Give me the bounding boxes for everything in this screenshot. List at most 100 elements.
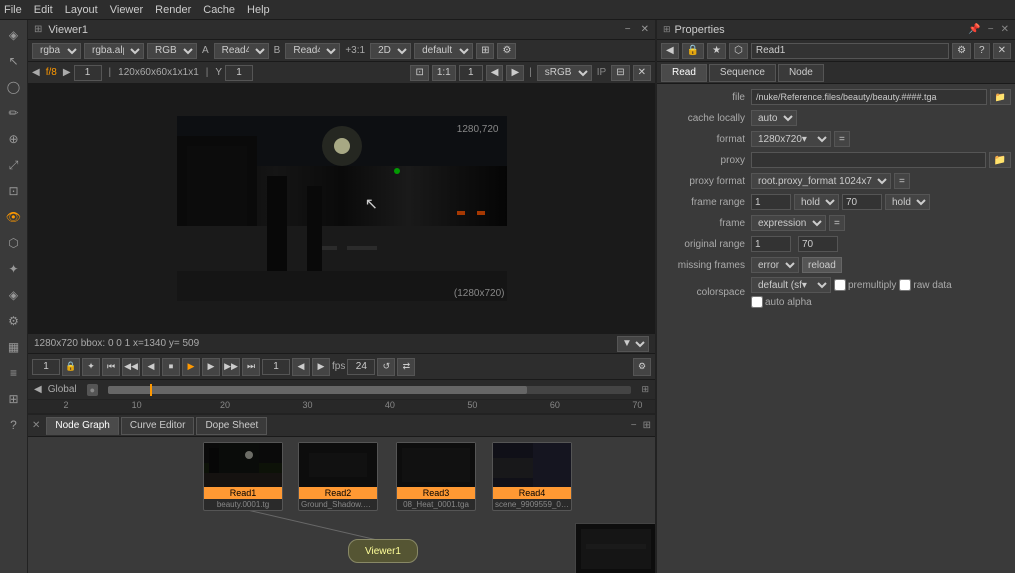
toolbar-particles[interactable]: ✦ [3, 258, 25, 280]
frame-num-input[interactable] [262, 359, 290, 375]
frame-num2[interactable] [459, 65, 483, 81]
menu-render[interactable]: Render [155, 4, 191, 16]
arrow-left-btn[interactable]: ◀ [32, 67, 40, 78]
panel-close[interactable]: ✕ [1001, 24, 1009, 35]
node-graph-canvas[interactable]: Read1 beauty.0001.tg Read2 Ground_Shadow… [28, 437, 655, 573]
node-read2[interactable]: Read2 Ground_Shadow.0001.tg [298, 442, 378, 511]
frame-expr-btn[interactable]: = [829, 215, 845, 231]
colorspace-select[interactable]: RGB [147, 43, 197, 59]
status-dropdown[interactable]: ▼ [617, 336, 649, 352]
menu-file[interactable]: File [4, 4, 22, 16]
prop-bookmark-btn[interactable]: ★ [707, 43, 726, 59]
viewer-minimize[interactable]: − [625, 24, 631, 35]
tl-expand-btn[interactable]: ⊞ [641, 384, 649, 395]
viewer-node[interactable]: Viewer1 [348, 539, 418, 563]
start-frame-input[interactable] [32, 359, 60, 375]
reload-btn[interactable]: reload [802, 257, 842, 273]
toolbar-roto[interactable]: ◯ [3, 76, 25, 98]
settings-btn[interactable]: ⚙ [497, 43, 516, 59]
prop-node-btn[interactable]: ⬡ [729, 43, 748, 59]
toolbar-crop[interactable]: ⊡ [3, 180, 25, 202]
panel-pin[interactable]: 📌 [968, 24, 980, 35]
viewer-close[interactable]: ✕ [641, 24, 649, 35]
file-input[interactable] [751, 89, 987, 105]
global-range[interactable] [108, 386, 631, 394]
toolbar-viewer[interactable]: 👁 [3, 206, 25, 228]
orig-to-input[interactable] [798, 236, 838, 252]
colorspace-dropdown[interactable]: default (sf▾ [751, 277, 831, 293]
loop-btn[interactable]: ↺ [377, 358, 395, 376]
prop-close2-btn[interactable]: ✕ [993, 43, 1011, 59]
toolbar-misc[interactable]: ≡ [3, 362, 25, 384]
toolbar-output[interactable]: ▦ [3, 336, 25, 358]
arrow-right-btn[interactable]: ▶ [63, 67, 71, 78]
frame-input-top[interactable] [74, 65, 102, 81]
zoom-100-btn[interactable]: 1:1 [432, 65, 456, 81]
tab-dope-sheet[interactable]: Dope Sheet [196, 417, 267, 435]
proxy-browse-btn[interactable]: 📁 [989, 152, 1011, 168]
y-input[interactable] [225, 65, 253, 81]
node-read1[interactable]: Read1 beauty.0001.tg [203, 442, 283, 511]
skip-end-btn[interactable]: ⏭ [242, 358, 260, 376]
hold2-dropdown[interactable]: hold [885, 194, 930, 210]
grid-btn[interactable]: ⊞ [476, 43, 494, 59]
tab-node-graph[interactable]: Node Graph [46, 417, 118, 435]
next-frame-btn[interactable]: ▶ [202, 358, 220, 376]
prev-frame-btn[interactable]: ◀ [142, 358, 160, 376]
toolbar-help2[interactable]: ? [3, 414, 25, 436]
panel-min[interactable]: − [988, 24, 994, 35]
frame-from-input[interactable] [751, 194, 791, 210]
toolbar-paint[interactable]: ✏ [3, 102, 25, 124]
ng-minimize[interactable]: − [631, 420, 637, 431]
missing-dropdown[interactable]: error [751, 257, 799, 273]
menu-viewer[interactable]: Viewer [110, 4, 143, 16]
read-b-select[interactable]: Read4 [285, 43, 340, 59]
srgb-select[interactable]: sRGB [537, 65, 592, 81]
toolbar-node[interactable]: ⬡ [3, 232, 25, 254]
next-key-btn[interactable]: ▶▶ [222, 358, 240, 376]
channel-alpha-select[interactable]: rgba.alph▾ [84, 43, 144, 59]
node-read3[interactable]: Read3 08_Heat_0001.tga [396, 442, 476, 511]
tab-sequence[interactable]: Sequence [709, 64, 776, 82]
hold1-dropdown[interactable]: hold [794, 194, 839, 210]
toolbar-settings[interactable]: ⚙ [3, 310, 25, 332]
prev-key-btn[interactable]: ◀◀ [122, 358, 140, 376]
zoom-fit-btn[interactable]: ⊡ [410, 65, 428, 81]
toolbar-file[interactable]: ⊞ [3, 388, 25, 410]
node-read4[interactable]: Read4 scene_9909559_00501.png [492, 442, 572, 511]
dimension-select[interactable]: 2D [370, 43, 411, 59]
proxy-input[interactable] [751, 152, 986, 168]
premultiply-check[interactable] [834, 279, 846, 291]
default-select[interactable]: default [414, 43, 473, 59]
proxy-format-dropdown[interactable]: root.proxy_format 1024x776▾ [751, 173, 891, 189]
orig-from-input[interactable] [751, 236, 791, 252]
tl-settings-btn[interactable]: ⚙ [633, 358, 651, 376]
rawdata-check[interactable] [899, 279, 911, 291]
tab-read[interactable]: Read [661, 64, 707, 82]
stop-btn[interactable]: ⏹ [162, 358, 180, 376]
mask-btn[interactable]: ⊟ [611, 65, 629, 81]
toolbar-select[interactable]: ◈ [3, 24, 25, 46]
menu-edit[interactable]: Edit [34, 4, 53, 16]
snap-btn[interactable]: ✦ [82, 358, 100, 376]
prop-lock-btn[interactable]: 🔒 [682, 43, 704, 59]
ng-close[interactable]: ✕ [32, 420, 40, 431]
file-browse-btn[interactable]: 📁 [990, 89, 1011, 105]
menu-layout[interactable]: Layout [65, 4, 98, 16]
viewer-canvas[interactable]: 1280,720 ↖ (1280x720) [28, 84, 655, 333]
read-a-select[interactable]: Read4 [214, 43, 269, 59]
frame-dropdown[interactable]: expression [751, 215, 826, 231]
toolbar-clone[interactable]: ⊕ [3, 128, 25, 150]
next-btn2[interactable]: ▶ [506, 65, 524, 81]
fps-input[interactable] [347, 359, 375, 375]
tab-curve-editor[interactable]: Curve Editor [121, 417, 195, 435]
next-tl-btn[interactable]: ▶ [312, 358, 330, 376]
toolbar-pointer[interactable]: ↖ [3, 50, 25, 72]
bounce-btn[interactable]: ⇄ [397, 358, 415, 376]
prop-settings-btn[interactable]: ⚙ [952, 43, 971, 59]
toolbar-transform[interactable]: ⤢ [3, 154, 25, 176]
tab-node[interactable]: Node [778, 64, 824, 82]
menu-cache[interactable]: Cache [203, 4, 235, 16]
menu-help[interactable]: Help [247, 4, 270, 16]
proxy-format-edit-btn[interactable]: = [894, 173, 910, 189]
